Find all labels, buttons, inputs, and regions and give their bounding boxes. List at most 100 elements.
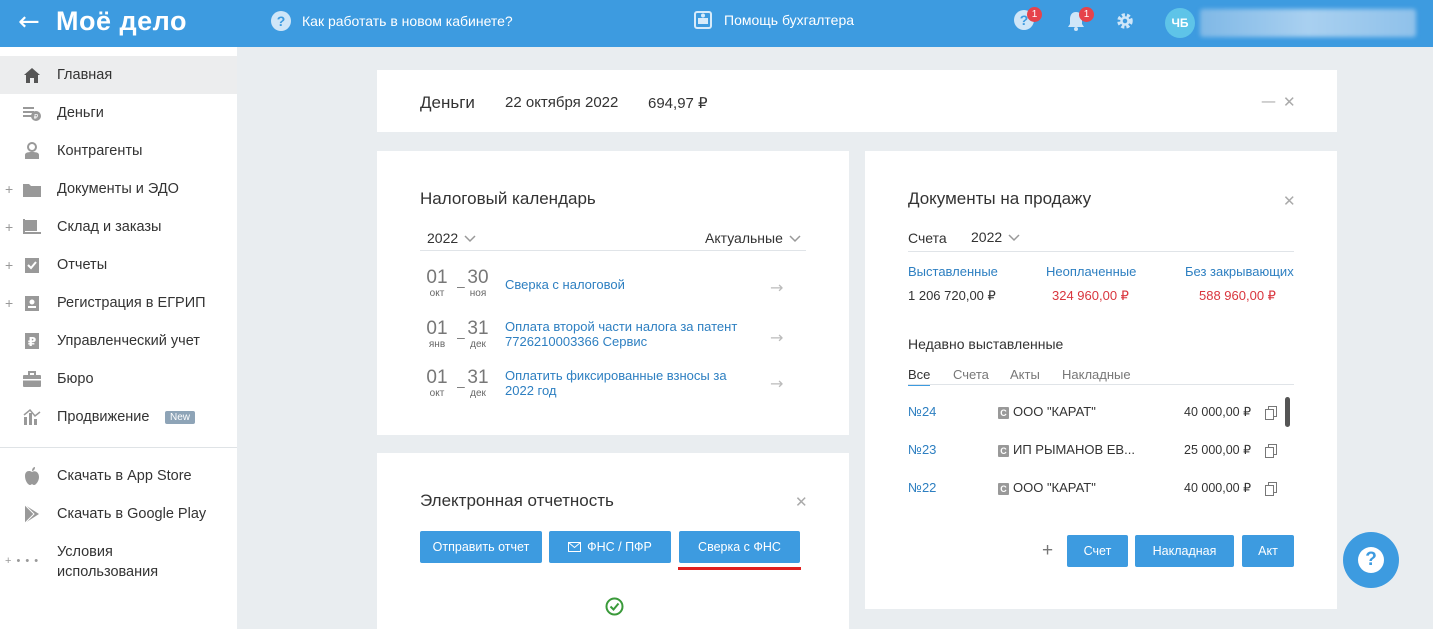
tab-acts[interactable]: Акты [1010, 367, 1040, 382]
close-button[interactable]: ✕ [1283, 93, 1296, 111]
scrollbar[interactable] [1285, 397, 1290, 427]
year-value: 2022 [971, 229, 1003, 245]
table-row[interactable]: №23 С ИП РЫМАНОВ ЕВ... 25 000,00 ₽ [908, 442, 1296, 462]
company-icon: С [998, 445, 1009, 457]
tab-waybills[interactable]: Накладные [1062, 367, 1131, 382]
doc-number-link[interactable]: №23 [908, 442, 936, 457]
sidebar-item-warehouse[interactable]: + Склад и заказы [0, 208, 237, 246]
accountant-help-link[interactable]: Помощь бухгалтера [693, 10, 854, 30]
sidebar-item-label: Деньги [57, 105, 104, 121]
copy-icon[interactable] [1265, 482, 1277, 496]
sidebar-item-promotion[interactable]: Продвижение New [0, 398, 237, 436]
tab-all[interactable]: Все [908, 367, 930, 382]
sidebar-item-bureau[interactable]: Бюро [0, 360, 237, 398]
accountant-icon [694, 11, 712, 29]
chevron-down-icon [789, 235, 801, 243]
app-store-link[interactable]: Скачать в App Store [0, 457, 237, 495]
check-circle-icon [605, 597, 624, 616]
create-act-button[interactable]: Акт [1242, 535, 1294, 567]
sidebar-item-label: Главная [57, 67, 113, 83]
more-icon: + • • • [5, 555, 40, 567]
date-to: 30 ноя [467, 267, 489, 300]
create-invoice-button[interactable]: Счет [1067, 535, 1128, 567]
sidebar-item-reports[interactable]: + Отчеты [0, 246, 237, 284]
year-select[interactable]: 2022 [427, 230, 476, 246]
accountant-help-label: Помощь бухгалтера [724, 12, 855, 28]
sidebar-item-registration[interactable]: + Регистрация в ЕГРИП [0, 284, 237, 322]
notifications-badge: 1 [1079, 7, 1094, 22]
create-waybill-button[interactable]: Накладная [1135, 535, 1234, 567]
year-select[interactable]: 2022 [971, 229, 1020, 245]
sidebar-item-label: Отчеты [57, 257, 108, 273]
tax-event-link[interactable]: Оплатить фиксированные взносы за 2022 го… [505, 368, 745, 398]
sidebar-item-documents[interactable]: + Документы и ЭДО [0, 170, 237, 208]
apple-icon [22, 466, 42, 486]
fns-reconciliation-button[interactable]: Сверка с ФНС [679, 531, 800, 563]
arrow-right-icon[interactable]: → [770, 328, 783, 347]
envelope-icon [568, 541, 582, 552]
divider [908, 251, 1294, 252]
doc-type-label: Счета [908, 230, 947, 246]
doc-number-link[interactable]: №22 [908, 480, 936, 495]
close-button[interactable]: ✕ [795, 493, 808, 511]
sidebar-item-label: Контрагенты [57, 143, 143, 159]
copy-icon[interactable] [1265, 406, 1277, 420]
help-chat-button[interactable]: ? [1343, 532, 1399, 588]
fns-pfr-button[interactable]: ФНС / ПФР [549, 531, 671, 563]
amount: 40 000,00 ₽ [1184, 405, 1252, 419]
date-from: 01 янв [426, 318, 448, 351]
help-button[interactable]: ? 1 [1014, 7, 1042, 30]
doc-number-link[interactable]: №24 [908, 404, 936, 419]
notifications-button[interactable]: 1 [1066, 7, 1094, 35]
copy-icon[interactable] [1265, 444, 1277, 458]
google-play-link[interactable]: Скачать в Google Play [0, 495, 237, 533]
sales-docs-title: Документы на продажу [908, 189, 1092, 208]
close-button[interactable]: ✕ [1283, 192, 1296, 210]
expand-icon[interactable]: + [5, 181, 13, 197]
stat-issued-label[interactable]: Выставленные [908, 264, 998, 279]
app-logo[interactable]: Моё дело [56, 6, 187, 37]
settings-button[interactable] [1115, 10, 1135, 35]
stat-no-closing-label[interactable]: Без закрывающих [1185, 264, 1294, 279]
table-row[interactable]: №22 С ООО "КАРАТ" 40 000,00 ₽ [908, 480, 1296, 500]
arrow-right-icon[interactable]: → [770, 374, 783, 393]
company-icon: С [998, 483, 1009, 495]
send-report-button[interactable]: Отправить отчет [420, 531, 542, 563]
tax-event-row[interactable]: 01 янв – 31 дек Оплата второй части налога… [424, 319, 814, 365]
filter-select[interactable]: Актуальные [705, 230, 801, 246]
howto-link[interactable]: ? Как работать в новом кабинете? [271, 11, 513, 31]
add-icon[interactable]: + [1042, 540, 1053, 562]
avatar[interactable]: ЧБ [1165, 8, 1195, 38]
date-dash: – [457, 378, 465, 394]
help-badge: 1 [1027, 7, 1042, 22]
question-icon: ? [271, 11, 291, 31]
table-row[interactable]: №24 С ООО "КАРАТ" 40 000,00 ₽ [908, 404, 1296, 424]
sidebar-item-contractors[interactable]: Контрагенты [0, 132, 237, 170]
terms-label: Условия использования [57, 542, 158, 582]
sidebar-item-home[interactable]: Главная [0, 56, 237, 94]
expand-icon[interactable]: + [5, 257, 13, 273]
tab-invoices[interactable]: Счета [953, 367, 989, 382]
stat-unpaid-label[interactable]: Неоплаченные [1046, 264, 1136, 279]
terms-line-2: использования [57, 564, 159, 580]
expand-icon[interactable]: + [5, 219, 13, 235]
app-store-label: Скачать в App Store [57, 468, 192, 484]
sidebar-item-label: Регистрация в ЕГРИП [57, 295, 206, 311]
tax-event-row[interactable]: 01 окт – 30 ноя Сверка с налоговой → [424, 268, 814, 314]
sidebar-item-management-accounting[interactable]: ₽ Управленческий учет [0, 322, 237, 360]
back-arrow-icon[interactable]: ← [18, 9, 40, 35]
date-to: 31 дек [467, 367, 489, 400]
e-reporting-title: Электронная отчетность [420, 491, 614, 510]
minimize-button[interactable]: — [1261, 92, 1276, 110]
divider [908, 384, 1294, 385]
expand-icon[interactable]: + [5, 295, 13, 311]
tax-event-link[interactable]: Оплата второй части налога за патент 772… [505, 319, 745, 349]
chevron-down-icon [464, 235, 476, 243]
arrow-right-icon[interactable]: → [770, 278, 783, 297]
terms-link[interactable]: + • • • Условия использования [0, 539, 237, 583]
tax-event-row[interactable]: 01 окт – 31 дек Оплатить фиксированные взн… [424, 368, 814, 414]
tax-event-link[interactable]: Сверка с налоговой [505, 277, 745, 292]
howto-label: Как работать в новом кабинете? [302, 13, 513, 29]
sidebar-item-money[interactable]: ₽ Деньги [0, 94, 237, 132]
username-blurred[interactable] [1200, 9, 1416, 37]
